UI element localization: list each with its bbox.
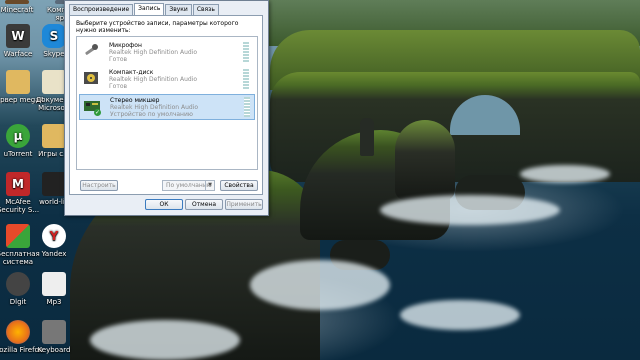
set-default-select[interactable]: По умолчанию ▼ <box>162 180 215 191</box>
apply-button[interactable]: Применить <box>225 199 263 210</box>
keyboard-icon <box>42 320 66 344</box>
device-driver: Realtek High Definition Audio <box>109 49 198 56</box>
device-status: Готов <box>109 56 128 63</box>
desktop-icon-mp3[interactable]: Mp3 <box>27 272 81 306</box>
document-icon <box>42 70 66 94</box>
tab-recording[interactable]: Запись <box>134 3 165 15</box>
device-row-microphone[interactable]: Микрофон Realtek High Definition Audio Г… <box>79 40 253 64</box>
microphone-icon <box>85 44 98 55</box>
level-meter <box>244 97 250 117</box>
cd-audio-icon <box>84 72 98 84</box>
properties-button[interactable]: Свойства <box>220 180 258 191</box>
ok-button[interactable]: ОК <box>145 199 183 210</box>
folder-icon <box>42 124 66 148</box>
device-name: Стерео микшер <box>110 97 160 104</box>
skype-icon: S <box>42 24 66 48</box>
minecraft-icon <box>5 0 29 4</box>
configure-button[interactable]: Настроить <box>80 180 118 191</box>
device-status: Устройство по умолчанию <box>110 111 193 118</box>
cancel-button[interactable]: Отмена <box>185 199 223 210</box>
instruction-text: Выберите устройство записи, параметры ко… <box>76 20 239 34</box>
recording-panel: Выберите устройство записи, параметры ко… <box>69 15 263 195</box>
desktop-icon-yandex[interactable]: Y Yandex <box>27 224 81 258</box>
desktop-icon-keyboard[interactable]: Keyboard <box>27 320 81 354</box>
level-meter <box>243 42 249 62</box>
tab-communications[interactable]: Связь <box>192 4 219 15</box>
device-row-cd[interactable]: Компакт-диск Realtek High Definition Aud… <box>79 67 253 91</box>
device-driver: Realtek High Definition Audio <box>110 104 199 111</box>
audio-file-icon <box>42 272 66 296</box>
tab-sounds[interactable]: Звуки <box>165 4 192 15</box>
device-driver: Realtek High Definition Audio <box>109 76 198 83</box>
default-check-icon: ✓ <box>94 109 101 116</box>
device-list: Микрофон Realtek High Definition Audio Г… <box>76 36 258 170</box>
device-name: Микрофон <box>109 42 142 49</box>
yandex-icon: Y <box>42 224 66 248</box>
sound-dialog: Воспроизведение Запись Звуки Связь Выбер… <box>64 0 269 216</box>
device-row-stereo-mix[interactable]: ✓ Стерео микшер Realtek High Definition … <box>79 94 255 120</box>
desktop-icon-minecraft[interactable]: Minecraft <box>0 0 44 14</box>
chevron-down-icon[interactable]: ▼ <box>205 181 214 190</box>
tab-playback[interactable]: Воспроизведение <box>69 4 134 15</box>
device-status: Готов <box>109 83 128 90</box>
device-name: Компакт-диск <box>109 69 154 76</box>
application-icon <box>42 172 66 196</box>
level-meter <box>243 69 249 89</box>
